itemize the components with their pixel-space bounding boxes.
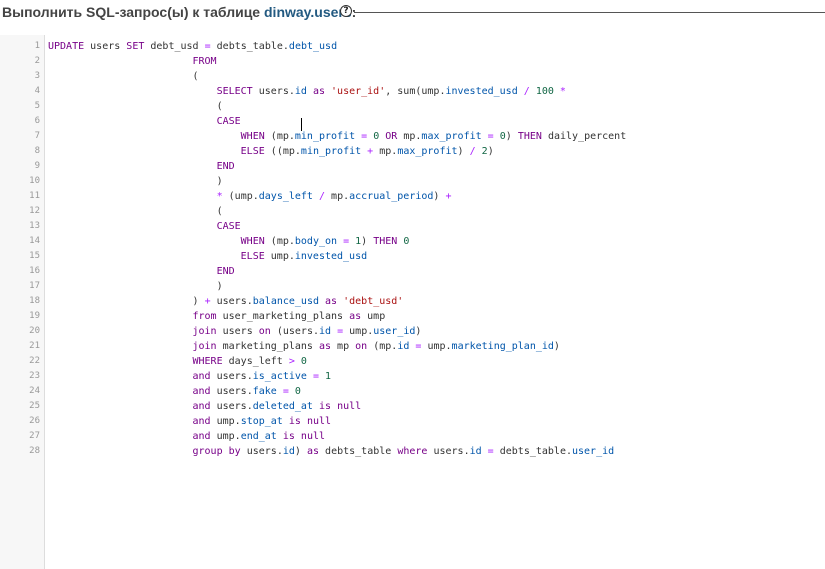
line-number: 5 <box>34 101 40 111</box>
line-number: 14 <box>29 236 40 246</box>
title-prefix: Выполнить SQL-запрос(ы) к таблице <box>2 4 264 20</box>
code-line[interactable]: ELSE ump.invested_usd <box>48 249 825 264</box>
code-line[interactable]: join users on (users.id = ump.user_id) <box>48 324 825 339</box>
sql-code-area[interactable]: UPDATE users SET debt_usd = debts_table.… <box>48 39 825 459</box>
line-number: 11 <box>29 191 40 201</box>
code-line[interactable]: * (ump.days_left / mp.accrual_period) + <box>48 189 825 204</box>
code-line[interactable]: join marketing_plans as mp on (mp.id = u… <box>48 339 825 354</box>
line-number: 22 <box>29 356 40 366</box>
code-line[interactable]: END <box>48 159 825 174</box>
line-number: 19 <box>29 311 40 321</box>
line-number: 20 <box>29 326 40 336</box>
line-number: 24 <box>29 386 40 396</box>
code-line[interactable]: and users.is_active = 1 <box>48 369 825 384</box>
editor-top-spacing <box>0 27 825 35</box>
line-number: 7 <box>34 131 40 141</box>
table-name-link[interactable]: dinway.users <box>264 4 352 20</box>
code-line[interactable]: from user_marketing_plans as ump <box>48 309 825 324</box>
page-title: Выполнить SQL-запрос(ы) к таблице dinway… <box>2 3 356 21</box>
code-line[interactable]: ELSE ((mp.min_profit + mp.max_profit) / … <box>48 144 825 159</box>
code-line[interactable]: and users.deleted_at is null <box>48 399 825 414</box>
line-number: 21 <box>29 341 40 351</box>
sql-query-editor[interactable]: 1 2 3 4 5 6 7 8 9 10 11 12 13 14 15 16 17 18 19 20 21 22 23 24 2… <box>0 35 825 569</box>
code-line[interactable]: WHERE days_left > 0 <box>48 354 825 369</box>
line-number: 4 <box>34 86 40 96</box>
code-line[interactable]: CASE <box>48 114 825 129</box>
line-number: 26 <box>29 416 40 426</box>
code-line[interactable]: and ump.stop_at is null <box>48 414 825 429</box>
line-number: 13 <box>29 221 40 231</box>
code-line[interactable]: WHEN (mp.body_on = 1) THEN 0 <box>48 234 825 249</box>
line-number: 2 <box>34 56 40 66</box>
code-line[interactable]: WHEN (mp.min_profit = 0 OR mp.max_profit… <box>48 129 825 144</box>
line-number: 15 <box>29 251 40 261</box>
line-number-gutter: 1 2 3 4 5 6 7 8 9 10 11 12 13 14 15 16 17 18 19 20 21 22 23 24 2… <box>0 35 45 569</box>
sql-query-legend: Выполнить SQL-запрос(ы) к таблице dinway… <box>0 0 825 27</box>
code-line[interactable]: ) + users.balance_usd as 'debt_usd' <box>48 294 825 309</box>
line-number: 16 <box>29 266 40 276</box>
line-number: 17 <box>29 281 40 291</box>
code-line[interactable]: ( <box>48 99 825 114</box>
text-cursor <box>301 118 302 131</box>
code-line[interactable]: SELECT users.id as 'user_id', sum(ump.in… <box>48 84 825 99</box>
code-line[interactable]: UPDATE users SET debt_usd = debts_table.… <box>48 39 825 54</box>
code-line[interactable]: END <box>48 264 825 279</box>
line-number: 25 <box>29 401 40 411</box>
code-line[interactable]: and ump.end_at is null <box>48 429 825 444</box>
code-line[interactable]: ( <box>48 204 825 219</box>
line-numbers: 1 2 3 4 5 6 7 8 9 10 11 12 13 14 15 16 17 18 19 20 21 22 23 24 2… <box>0 39 40 459</box>
line-number: 12 <box>29 206 40 216</box>
line-number: 3 <box>34 71 40 81</box>
code-line[interactable]: ) <box>48 279 825 294</box>
question-circle-icon[interactable]: ? <box>340 5 352 17</box>
line-number: 18 <box>29 296 40 306</box>
line-number: 6 <box>34 116 40 126</box>
code-line[interactable]: ( <box>48 69 825 84</box>
line-number: 23 <box>29 371 40 381</box>
line-number: 10 <box>29 176 40 186</box>
legend-divider <box>354 12 825 13</box>
code-line[interactable]: FROM <box>48 54 825 69</box>
code-line[interactable]: group by users.id) as debts_table where … <box>48 444 825 459</box>
code-line[interactable]: ) <box>48 174 825 189</box>
line-number: 1 <box>34 41 40 51</box>
line-number: 9 <box>34 161 40 171</box>
line-number: 27 <box>29 431 40 441</box>
code-line[interactable]: and users.fake = 0 <box>48 384 825 399</box>
line-number: 8 <box>34 146 40 156</box>
code-line[interactable]: CASE <box>48 219 825 234</box>
line-number: 28 <box>29 446 40 456</box>
